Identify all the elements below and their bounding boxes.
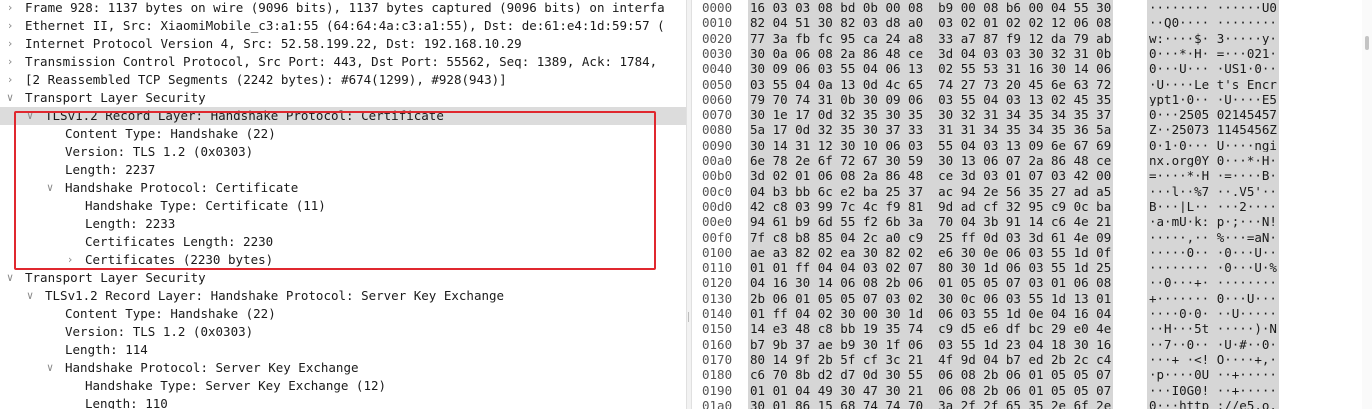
chevron-right-icon[interactable]: › (64, 251, 76, 269)
packet-details-pane[interactable]: › Frame 928: 1137 bytes on wire (9096 bit… (0, 0, 686, 409)
hex-offset: 01a0 (702, 397, 733, 409)
tree-row-label: Transport Layer Security (25, 90, 206, 105)
tree-row[interactable]: Length: 2237 (0, 161, 686, 179)
tree-row[interactable]: Content Type: Handshake (22) (0, 305, 686, 323)
tree-row-label: Certificates Length: 2230 (85, 234, 274, 249)
tree-row[interactable]: Content Type: Handshake (22) (0, 125, 686, 143)
tree-row-label: TLSv1.2 Record Layer: Handshake Protocol… (45, 108, 444, 123)
tree-row[interactable]: ∨ Handshake Protocol: Server Key Exchange (0, 359, 686, 377)
tree-row-label: Length: 2237 (65, 162, 156, 177)
chevron-down-icon[interactable]: ∨ (24, 107, 36, 125)
hex-row: 01a0 30 01 86 15 68 74 74 70 3a 2f 2f 65 … (692, 396, 1372, 409)
tree-row[interactable]: Length: 114 (0, 341, 686, 359)
hex-ascii[interactable]: 0···http ://e5.o. (1147, 396, 1279, 409)
tree-row-label: Handshake Type: Certificate (11) (85, 198, 326, 213)
tree-row-label: Transmission Control Protocol, Src Port:… (25, 54, 658, 69)
tree-row[interactable]: › [2 Reassembled TCP Segments (2242 bytes… (0, 71, 686, 89)
splitter-grip-icon[interactable] (688, 312, 691, 322)
tree-row-label: Ethernet II, Src: XiaomiMobile_c3:a1:55 … (25, 18, 665, 33)
tree-row[interactable]: Version: TLS 1.2 (0x0303) (0, 143, 686, 161)
tree-row[interactable]: ∨ Transport Layer Security (0, 269, 686, 287)
tree-row[interactable]: Length: 2233 (0, 215, 686, 233)
tree-row[interactable]: Length: 110 (0, 395, 686, 409)
tree-row-label: Length: 2233 (85, 216, 176, 231)
chevron-down-icon[interactable]: ∨ (44, 179, 56, 197)
tree-row[interactable]: › Internet Protocol Version 4, Src: 52.58… (0, 35, 686, 53)
chevron-down-icon[interactable]: ∨ (44, 359, 56, 377)
tree-row-label: Frame 928: 1137 bytes on wire (9096 bits… (25, 0, 665, 15)
chevron-right-icon[interactable]: › (4, 53, 16, 71)
tree-row[interactable]: › Ethernet II, Src: XiaomiMobile_c3:a1:55… (0, 17, 686, 35)
chevron-down-icon[interactable]: ∨ (4, 89, 16, 107)
tree-row-label: Handshake Protocol: Certificate (65, 180, 299, 195)
tree-row[interactable]: › Transmission Control Protocol, Src Port… (0, 53, 686, 71)
tree-row[interactable]: ∨ Transport Layer Security (0, 89, 686, 107)
tree-row-label: Transport Layer Security (25, 270, 206, 285)
chevron-down-icon[interactable]: ∨ (24, 287, 36, 305)
chevron-right-icon[interactable]: › (4, 0, 16, 17)
tree-row[interactable]: › Certificates (2230 bytes) (0, 251, 686, 269)
tree-row-label: Content Type: Handshake (22) (65, 126, 276, 141)
tree-row-label: Internet Protocol Version 4, Src: 52.58.… (25, 36, 522, 51)
tree-row-label: [2 Reassembled TCP Segments (2242 bytes)… (25, 72, 507, 87)
tree-row-label: TLSv1.2 Record Layer: Handshake Protocol… (45, 288, 505, 303)
tree-row[interactable]: ∨ Handshake Protocol: Certificate (0, 179, 686, 197)
tree-row[interactable]: › Frame 928: 1137 bytes on wire (9096 bit… (0, 0, 686, 17)
tree-row-label: Content Type: Handshake (22) (65, 306, 276, 321)
hex-bytes[interactable]: 30 01 86 15 68 74 74 70 3a 2f 2f 65 35 2… (748, 396, 1114, 409)
tree-row-label: Version: TLS 1.2 (0x0303) (65, 144, 254, 159)
tree-row[interactable]: Version: TLS 1.2 (0x0303) (0, 323, 686, 341)
chevron-right-icon[interactable]: › (4, 35, 16, 53)
tree-row[interactable]: ∨ TLSv1.2 Record Layer: Handshake Protoco… (0, 287, 686, 305)
tree-row-label: Handshake Type: Server Key Exchange (12) (85, 378, 387, 393)
tree-row[interactable]: Handshake Type: Server Key Exchange (12) (0, 377, 686, 395)
tree-row-label: Handshake Protocol: Server Key Exchange (65, 360, 359, 375)
tree-row-label: Length: 110 (85, 396, 168, 409)
tree-row[interactable]: Handshake Type: Certificate (11) (0, 197, 686, 215)
tree-row-label: Certificates (2230 bytes) (85, 252, 274, 267)
chevron-right-icon[interactable]: › (4, 71, 16, 89)
chevron-right-icon[interactable]: › (4, 17, 16, 35)
tree-row-label: Length: 114 (65, 342, 148, 357)
tree-row[interactable]: ∨ TLSv1.2 Record Layer: Handshake Protoco… (0, 107, 686, 125)
packet-bytes-pane[interactable]: 0000 16 03 03 08 bd 0b 00 08 b9 00 08 b6 … (692, 0, 1372, 409)
tree-row[interactable]: Certificates Length: 2230 (0, 233, 686, 251)
chevron-down-icon[interactable]: ∨ (4, 269, 16, 287)
tree-row-label: Version: TLS 1.2 (0x0303) (65, 324, 254, 339)
